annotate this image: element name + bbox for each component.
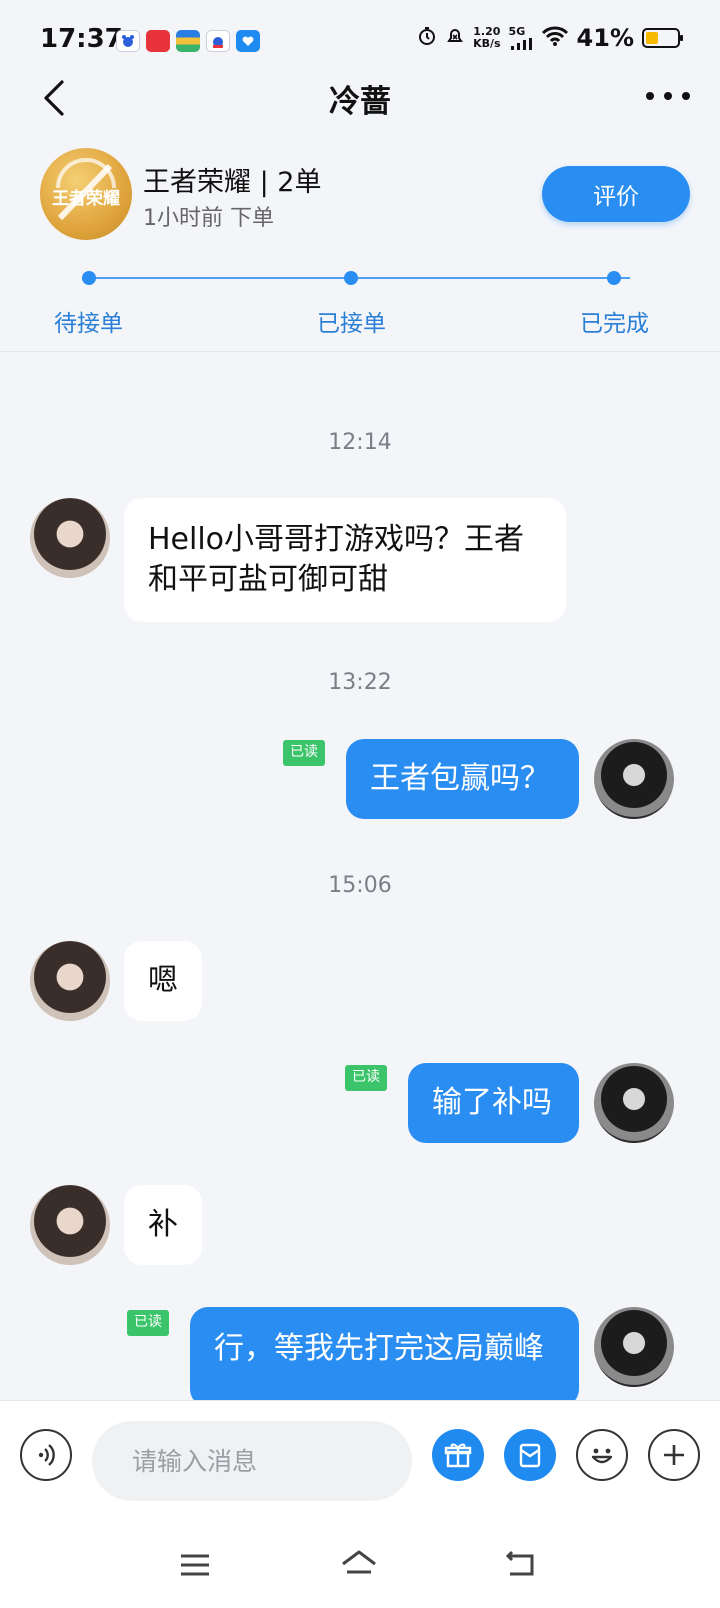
wifi-icon [541, 25, 569, 51]
mute-bell-icon [445, 26, 465, 50]
network-speed-unit: KB/s [473, 37, 501, 50]
timestamp: 13:22 [328, 670, 392, 695]
status-notification-icons [116, 30, 260, 52]
progress-dot-completed [607, 271, 621, 285]
avatar[interactable] [30, 1185, 110, 1265]
avatar[interactable] [594, 739, 674, 819]
svg-text:王者荣耀: 王者荣耀 [52, 188, 120, 209]
status-system-icons: 1.20 KB/s 5G 41% [417, 24, 683, 52]
step-pending-label: 待接单 [54, 311, 123, 337]
read-badge: 已读 [345, 1065, 387, 1091]
baidu-app-icon-2 [206, 30, 230, 52]
input-bar [0, 1400, 720, 1522]
step-accepted-label: 已接单 [317, 311, 386, 337]
plus-icon[interactable] [648, 1429, 700, 1481]
avatar[interactable] [30, 498, 110, 578]
nav-bar: 冷蔷 [0, 68, 720, 136]
game-logo[interactable]: 王者荣耀 [40, 148, 132, 240]
battery-icon [642, 28, 683, 48]
avatar[interactable] [30, 941, 110, 1021]
baidu-app-icon [116, 30, 140, 52]
timestamp: 15:06 [328, 873, 392, 898]
menu-icon[interactable] [170, 1540, 220, 1590]
battery-percent: 41% [576, 24, 634, 52]
order-progress-line [90, 277, 630, 279]
message-bubble-outgoing[interactable]: 输了补吗 [408, 1063, 579, 1143]
message-bubble-outgoing[interactable]: 行，等我先打完这局巅峰 [190, 1307, 579, 1400]
message-bubble-incoming[interactable]: 嗯 [124, 941, 202, 1021]
avatar[interactable] [594, 1307, 674, 1387]
read-badge: 已读 [127, 1310, 169, 1336]
order-game-title: 王者荣耀 | 2单 [143, 167, 322, 198]
more-dot [664, 92, 672, 100]
system-nav-bar [0, 1522, 720, 1608]
message-bubble-incoming[interactable]: Hello小哥哥打游戏吗？王者和平可盐可御可甜 [124, 498, 566, 622]
battery-fill [646, 32, 659, 44]
chat-area[interactable]: 12:14 Hello小哥哥打游戏吗？王者和平可盐可御可甜 13:22 已读 王… [0, 353, 720, 1400]
read-badge: 已读 [283, 740, 325, 766]
order-card: 王者荣耀 王者荣耀 | 2单 1小时前 下单 评价 待接单 已接单 已完成 [0, 140, 720, 352]
timestamp: 12:14 [328, 430, 392, 455]
more-dot [646, 92, 654, 100]
more-horizontal-icon[interactable] [646, 82, 690, 110]
network-speed: 1.20 KB/s [473, 26, 500, 50]
red-packet-icon[interactable] [504, 1429, 556, 1481]
progress-dot-accepted [344, 271, 358, 285]
avatar[interactable] [594, 1063, 674, 1143]
gift-icon[interactable] [432, 1429, 484, 1481]
voice-icon[interactable] [20, 1429, 72, 1481]
page-title: 冷蔷 [329, 84, 391, 120]
news-app-icon [146, 30, 170, 52]
message-input[interactable] [92, 1421, 412, 1501]
emoji-icon[interactable] [576, 1429, 628, 1481]
message-bubble-incoming[interactable]: 补 [124, 1185, 202, 1265]
status-time: 17:37 [40, 24, 123, 54]
back-icon[interactable] [496, 1540, 546, 1590]
signal-indicator: 5G [509, 26, 533, 50]
progress-dot-pending [82, 271, 96, 285]
more-dot [682, 92, 690, 100]
home-icon[interactable] [334, 1540, 384, 1590]
message-bubble-outgoing[interactable]: 王者包赢吗？ [346, 739, 579, 819]
alarm-icon [417, 26, 437, 50]
signal-bars-icon [510, 38, 532, 50]
network-type: 5G [508, 25, 526, 38]
wallet-app-icon [176, 30, 200, 52]
heart-app-icon [236, 30, 260, 52]
order-time: 1小时前 下单 [143, 206, 274, 231]
step-completed-label: 已完成 [580, 311, 649, 337]
rate-button[interactable]: 评价 [542, 166, 690, 222]
game-logo-emblem: 王者荣耀 [52, 158, 120, 221]
